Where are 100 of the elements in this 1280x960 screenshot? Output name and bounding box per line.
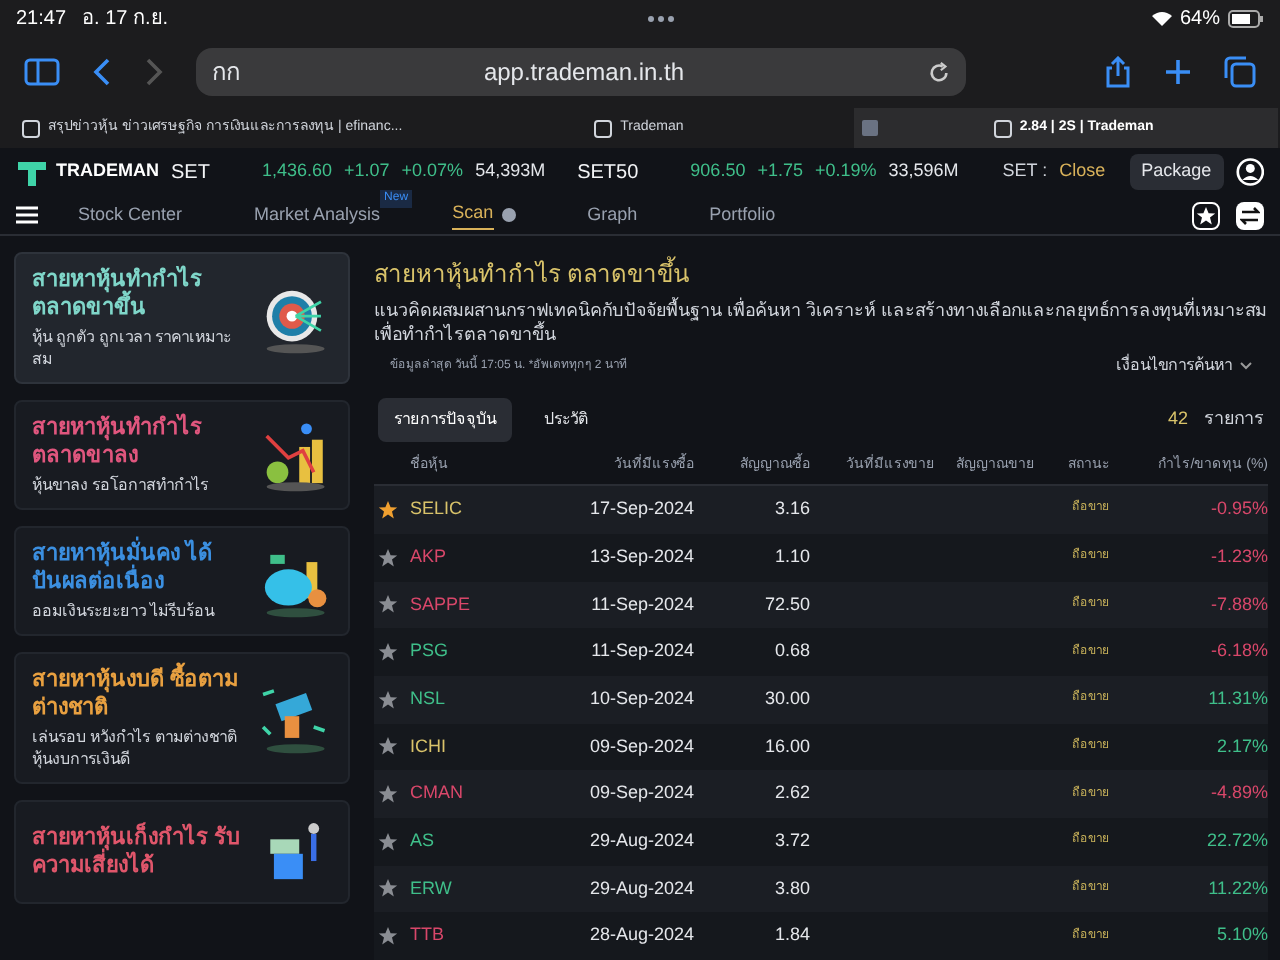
result-tab[interactable]: ประวัติ xyxy=(528,398,604,442)
nav-tab[interactable]: Scan xyxy=(452,200,494,230)
buy-date-cell-text: 28-Aug-2024 xyxy=(587,922,694,949)
stock-symbol[interactable]: NSL xyxy=(410,685,446,713)
nav-tab[interactable]: Portfolio xyxy=(709,201,776,229)
sidebar-toggle-icon[interactable] xyxy=(24,58,60,86)
favorite-star-icon[interactable] xyxy=(378,689,398,710)
buy-date-cell-text: 09-Sep-2024 xyxy=(587,733,694,760)
favorite-star-icon[interactable] xyxy=(378,784,398,805)
profit-cell-text: -1.23% xyxy=(1208,543,1268,570)
profit-cell-text: 11.31% xyxy=(1206,685,1268,712)
buy-signal-cell-text: 72.50 xyxy=(762,591,810,618)
card-subtitle: เล่นรอบ หวังกำไร ตามต่างชาติ หุ้นงบการเงินดี xyxy=(32,726,239,770)
clock-time: 21:47 xyxy=(16,5,67,33)
index-name: SET xyxy=(171,159,210,187)
new-tab-icon[interactable] xyxy=(1164,58,1192,86)
profit-cell-text: -7.88% xyxy=(1208,591,1268,618)
nav-tab[interactable]: Graph xyxy=(587,201,638,229)
battery-percent: 64% xyxy=(1179,5,1220,33)
market-label: SET : xyxy=(1002,158,1048,185)
stock-symbol[interactable]: SAPPE xyxy=(410,591,471,619)
scan-description: แนวคิดผสมผสานกราฟเทคนิคกับปัจจัยพื้นฐาน เพื่อค้นหา วิเคราะห์ และสร้างทางเลือกและกลยุทธ์การลงทุนที่เหมาะสม เพื่อทำกำไรตลาดขาขึ้น xyxy=(374,298,1268,346)
address-bar[interactable]: กก app.trademan.in.th xyxy=(196,48,966,96)
stock-symbol[interactable]: AKP xyxy=(410,543,447,571)
text-size-button[interactable]: กก xyxy=(212,54,240,90)
buy-date-cell-text: 29-Aug-2024 xyxy=(587,875,694,902)
buy-signal-cell-text: 3.16 xyxy=(772,496,810,523)
result-unit: รายการ xyxy=(1204,406,1264,433)
scan-category-card[interactable]: สายหาหุ้นงบดี ซื้อตามต่างชาติ เล่นรอบ หวังกำไร ตามต่างชาติ หุ้นงบการเงินดี xyxy=(14,652,350,784)
user-avatar-icon[interactable] xyxy=(1235,156,1264,188)
stock-symbol[interactable]: SELIC xyxy=(410,496,463,524)
result-count: 42 xyxy=(1167,406,1188,433)
favorite-star-icon[interactable] xyxy=(378,831,398,852)
wifi-icon xyxy=(1151,10,1172,26)
buy-signal-cell-text: 1.84 xyxy=(772,922,810,949)
index-change: +1.75 xyxy=(757,158,803,185)
package-button[interactable]: Package xyxy=(1129,154,1224,190)
search-conditions-dropdown[interactable]: เงื่อนไขการค้นหา xyxy=(1116,354,1252,378)
card-title: สายหาหุ้นงบดี ซื้อตามต่างชาติ xyxy=(32,666,244,722)
scan-title: สายหาหุ้นทำกำไร ตลาดขาขึ้น xyxy=(374,256,691,292)
swap-button[interactable] xyxy=(1236,201,1264,229)
scan-category-card[interactable]: สายหาหุ้นเก็งกำไร รับความเสี่ยงได้ xyxy=(14,800,350,904)
scan-category-card[interactable]: สายหาหุ้นมั่นคง ได้ปันผลต่อเนื่อง ออมเงินระยะยาว ไม่รีบร้อน xyxy=(14,526,350,636)
nav-tab[interactable]: Stock Center xyxy=(78,201,183,229)
brand-logo-icon xyxy=(16,156,48,188)
index-percent: +0.19% xyxy=(814,158,877,185)
buy-signal-cell-text: 16.00 xyxy=(762,733,810,760)
share-icon[interactable] xyxy=(1104,56,1132,88)
card-subtitle: ออมเงินระยะยาว ไม่รีบร้อน xyxy=(32,600,217,622)
card-title: สายหาหุ้นทำกำไร ตลาดขาขึ้น xyxy=(32,266,204,322)
buy-date-cell-text: 13-Sep-2024 xyxy=(587,543,694,570)
favorite-star-icon[interactable] xyxy=(378,878,398,899)
stock-symbol[interactable]: PSG xyxy=(410,638,449,666)
profit-cell-text: -4.89% xyxy=(1208,780,1268,807)
favorite-star-icon[interactable] xyxy=(378,499,398,520)
index-value: 906.50 xyxy=(690,158,746,185)
favorite-star-icon[interactable] xyxy=(378,926,398,947)
card-title: สายหาหุ้นทำกำไร ตลาดขาลง xyxy=(32,414,204,470)
scan-category-card[interactable]: สายหาหุ้นทำกำไร ตลาดขาลง หุ้นขาลง รอโอกาสทำกำไร xyxy=(14,400,350,510)
stock-symbol[interactable]: AS xyxy=(410,828,435,856)
profit-cell-text: 2.17% xyxy=(1214,733,1268,760)
favorite-star-icon[interactable] xyxy=(378,736,398,757)
buy-date-cell-text: 29-Aug-2024 xyxy=(587,828,694,855)
buy-date-cell-text: 11-Sep-2024 xyxy=(589,638,694,665)
market-status: Close xyxy=(1059,158,1106,185)
buy-signal-cell-text: 30.00 xyxy=(762,685,810,712)
scan-category-card[interactable]: สายหาหุ้นทำกำไร ตลาดขาขึ้น หุ้น ถูกตัว ถูกเวลา ราคาเหมาะสม xyxy=(14,252,350,384)
buy-signal-cell-text: 1.10 xyxy=(772,543,810,570)
favorite-star-icon[interactable] xyxy=(378,642,398,663)
menu-icon[interactable] xyxy=(16,206,38,224)
profit-cell-text: -0.95% xyxy=(1208,496,1268,523)
reload-icon[interactable] xyxy=(927,61,950,83)
index-change: +1.07 xyxy=(344,158,390,185)
card-title: สายหาหุ้นเก็งกำไร รับความเสี่ยงได้ xyxy=(32,824,243,880)
index-volume: 54,393M xyxy=(475,158,546,185)
favicon-icon xyxy=(22,119,41,137)
buy-signal-cell-text: 2.62 xyxy=(772,780,810,807)
url-text: app.trademan.in.th xyxy=(483,56,685,90)
favorite-star-icon[interactable] xyxy=(378,547,398,568)
result-tab[interactable]: รายการปัจจุบัน xyxy=(378,398,512,442)
favorites-button[interactable] xyxy=(1192,201,1220,229)
tabs-overview-icon[interactable] xyxy=(1224,56,1256,88)
stock-symbol[interactable]: ERW xyxy=(410,875,452,903)
buy-date-cell-text: 11-Sep-2024 xyxy=(589,591,694,618)
stock-symbol[interactable]: TTB xyxy=(410,922,444,950)
profit-cell-text: 5.10% xyxy=(1214,922,1268,949)
favorite-star-icon[interactable] xyxy=(378,594,398,615)
date-text: อ. 17 ก.ย. xyxy=(82,5,169,33)
index-value: 1,436.60 xyxy=(261,158,332,185)
buy-signal-cell-text: 3.72 xyxy=(772,828,810,855)
stock-symbol[interactable]: ICHI xyxy=(410,733,446,761)
buy-date-cell-text: 10-Sep-2024 xyxy=(587,685,694,712)
back-icon[interactable] xyxy=(92,58,112,86)
favicon-icon xyxy=(594,119,613,137)
card-title: สายหาหุ้นมั่นคง ได้ปันผลต่อเนื่อง xyxy=(32,540,244,596)
nav-tab[interactable]: Market Analysis xyxy=(254,201,381,229)
brand-name: TRADEMAN xyxy=(56,158,159,185)
profit-cell-text: 22.72% xyxy=(1204,828,1268,855)
profit-cell-text: -6.18% xyxy=(1208,638,1268,665)
stock-symbol[interactable]: CMAN xyxy=(410,780,463,808)
